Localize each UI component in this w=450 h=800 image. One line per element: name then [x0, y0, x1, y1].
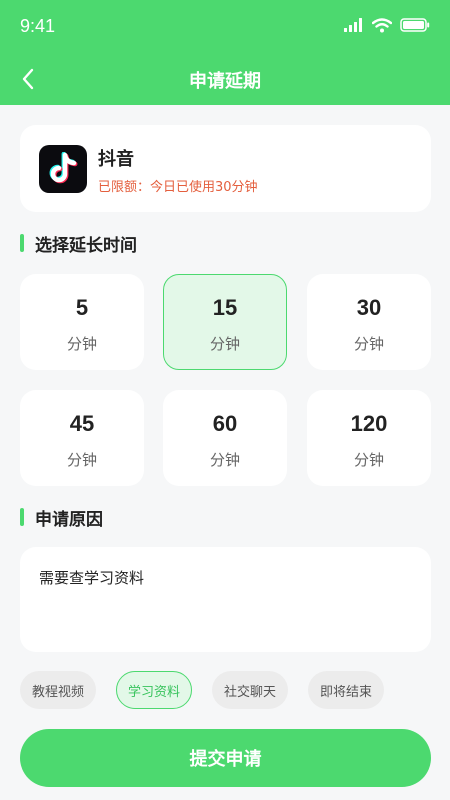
time-option-value: 45 — [69, 411, 95, 436]
section-marker — [20, 234, 24, 252]
time-option-45[interactable]: 45 分钟 — [20, 390, 144, 486]
nav-bar: 申请延期 — [0, 55, 450, 103]
status-icons — [344, 16, 430, 34]
time-option-unit: 分钟 — [353, 451, 384, 469]
time-option-value: 60 — [212, 411, 238, 436]
time-option-value: 15 — [212, 295, 238, 320]
app-name: 抖音 — [98, 149, 134, 170]
section-reason-title: 申请原因 — [35, 509, 103, 530]
reason-tag[interactable]: 学习资料 — [116, 671, 192, 709]
status-time: 9:41 — [20, 16, 56, 36]
time-option-120[interactable]: 120 分钟 — [307, 390, 431, 486]
time-option-5[interactable]: 5 分钟 — [20, 274, 144, 370]
time-option-unit: 分钟 — [66, 451, 97, 469]
status-bar: 9:41 — [0, 0, 450, 52]
time-options-grid: 5 分钟 15 分钟 30 分钟 45 分钟 60 分钟 120 分钟 — [20, 274, 431, 486]
time-option-unit: 分钟 — [66, 335, 97, 353]
section-extend-time-title: 选择延长时间 — [35, 235, 137, 256]
reason-input[interactable]: 需要查学习资料 — [20, 547, 431, 652]
reason-tag[interactable]: 社交聊天 — [212, 671, 288, 709]
page-title: 申请延期 — [189, 71, 261, 92]
app-limit-status: 已限额：今日已使用30分钟 — [98, 180, 258, 195]
time-option-value: 30 — [356, 295, 382, 320]
section-marker — [20, 508, 24, 526]
reason-tag[interactable]: 教程视频 — [20, 671, 96, 709]
battery-icon — [400, 18, 430, 32]
time-option-60[interactable]: 60 分钟 — [163, 390, 287, 486]
time-option-30[interactable]: 30 分钟 — [307, 274, 431, 370]
time-option-15[interactable]: 15 分钟 — [163, 274, 287, 370]
tiktok-logo-icon — [39, 145, 87, 193]
app-card: 抖音 已限额：今日已使用30分钟 — [20, 125, 431, 212]
time-option-unit: 分钟 — [353, 335, 384, 353]
time-option-unit: 分钟 — [209, 451, 240, 469]
wifi-icon — [372, 17, 392, 32]
section-reason: 申请原因 — [20, 506, 103, 530]
signal-icon — [344, 18, 362, 32]
time-option-value: 5 — [75, 295, 89, 320]
submit-button[interactable]: 提交申请 — [20, 729, 431, 787]
header: 9:41 申请延期 — [0, 0, 450, 105]
time-option-value: 120 — [350, 411, 388, 436]
section-extend-time: 选择延长时间 — [20, 232, 137, 256]
reason-tag[interactable]: 即将结束 — [308, 671, 384, 709]
time-option-unit: 分钟 — [209, 335, 240, 353]
